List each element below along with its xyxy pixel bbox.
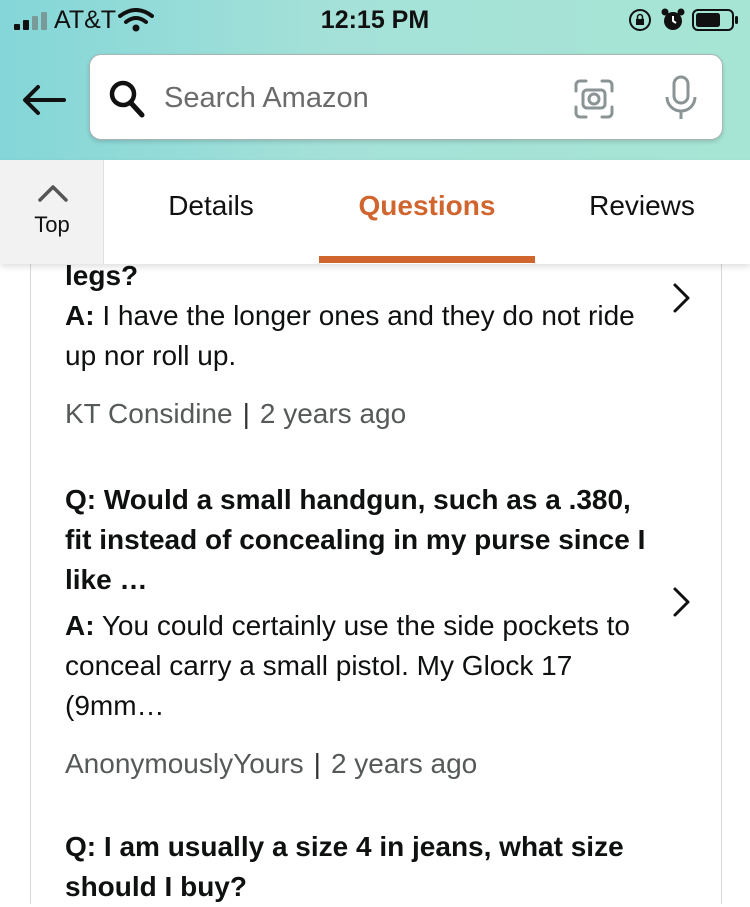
- answer-text: A: I have the longer ones and they do no…: [65, 296, 665, 376]
- qa-item[interactable]: Q: Would a small handgun, such as a .380…: [65, 480, 665, 784]
- answer-text: A: You could certainly use the side pock…: [65, 606, 665, 726]
- tab-questions[interactable]: Questions: [319, 190, 535, 222]
- search-icon: [109, 80, 145, 118]
- chevron-up-icon: [38, 185, 68, 202]
- lock-rotation-icon: [629, 9, 651, 31]
- answer-date: 2 years ago: [259, 398, 407, 429]
- top-label: Top: [34, 212, 70, 237]
- answer-author[interactable]: KT Considine: [65, 398, 233, 429]
- answer-date: 2 years ago: [330, 748, 478, 779]
- answer-meta: AnonymouslyYours | 2 years ago: [65, 744, 665, 784]
- chevron-right-icon[interactable]: [671, 586, 693, 618]
- back-arrow-icon[interactable]: [20, 82, 68, 118]
- mic-icon[interactable]: [664, 75, 698, 121]
- app-header: AT&T 12:15 PM: [0, 0, 750, 160]
- qa-item[interactable]: legs? A: I have the longer ones and they…: [65, 256, 665, 434]
- status-bar: AT&T 12:15 PM: [0, 0, 750, 40]
- question-text: Q: I am usually a size 4 in jeans, what …: [65, 831, 624, 902]
- meta-separator: |: [242, 398, 250, 429]
- answer-body: You could certainly use the side pockets…: [65, 610, 631, 721]
- scroll-to-top-button[interactable]: Top: [0, 160, 104, 264]
- chevron-right-icon[interactable]: [671, 282, 693, 314]
- active-tab-indicator: [319, 256, 535, 263]
- answer-label: A:: [65, 300, 95, 331]
- camera-icon[interactable]: [574, 79, 614, 119]
- search-box[interactable]: [89, 54, 723, 140]
- meta-separator: |: [313, 748, 321, 779]
- answer-body: I have the longer ones and they do not r…: [65, 300, 635, 371]
- alarm-icon: [661, 8, 685, 30]
- answer-label: A:: [65, 610, 95, 641]
- tab-reviews[interactable]: Reviews: [568, 190, 716, 222]
- search-input[interactable]: [164, 75, 544, 121]
- section-tab-bar: Top Details Questions Reviews: [0, 160, 750, 264]
- questions-list: legs? A: I have the longer ones and they…: [30, 260, 722, 907]
- qa-item[interactable]: Q: I am usually a size 4 in jeans, what …: [65, 827, 665, 907]
- battery-icon: [692, 9, 738, 31]
- answer-author[interactable]: AnonymouslyYours: [65, 748, 304, 779]
- question-text: Q: Would a small handgun, such as a .380…: [65, 484, 646, 595]
- answer-meta: KT Considine | 2 years ago: [65, 394, 665, 434]
- tab-details[interactable]: Details: [136, 190, 286, 222]
